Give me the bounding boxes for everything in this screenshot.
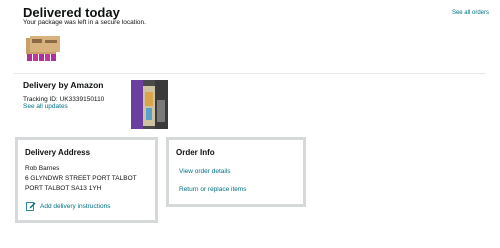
return-or-replace-link[interactable]: Return or replace items <box>179 186 247 193</box>
address-line-2: PORT TALBOT SA13 1YH <box>25 185 102 192</box>
order-info-card: Order Info View order details Return or … <box>166 137 306 207</box>
delivery-address-title: Delivery Address <box>25 148 91 157</box>
add-delivery-instructions-label: Add delivery instructions <box>40 202 111 210</box>
add-delivery-instructions-link[interactable]: Add delivery instructions <box>26 201 110 211</box>
address-line-1: 6 GLYNDWR STREET PORT TALBOT <box>25 175 137 182</box>
see-all-updates-link[interactable]: See all updates <box>23 103 68 110</box>
product-image[interactable] <box>26 36 60 62</box>
delivery-status-title: Delivered today <box>23 5 120 20</box>
see-all-orders-link[interactable]: See all orders <box>452 10 489 16</box>
edit-note-icon <box>26 202 36 211</box>
view-order-details-link[interactable]: View order details <box>179 168 231 175</box>
recipient-name: Rob Barnes <box>25 165 60 172</box>
section-divider <box>14 73 486 74</box>
carrier-heading: Delivery by Amazon <box>23 80 104 90</box>
delivery-photo[interactable] <box>131 80 168 129</box>
order-info-title: Order Info <box>176 148 215 157</box>
delivery-status-subtitle: Your package was left in a secure locati… <box>23 19 146 26</box>
delivery-address-card: Delivery Address Rob Barnes 6 GLYNDWR ST… <box>15 137 158 223</box>
tracking-id: Tracking ID: UK3339150110 <box>23 96 105 103</box>
